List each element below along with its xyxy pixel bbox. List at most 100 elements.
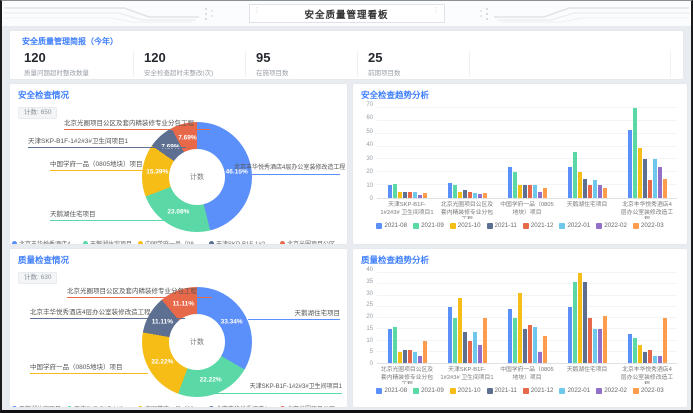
bar[interactable]: [408, 192, 412, 198]
bar[interactable]: [638, 148, 642, 198]
legend-item[interactable]: 2021-09: [413, 222, 444, 229]
legend-item[interactable]: 2021-12: [523, 387, 554, 394]
bar[interactable]: [533, 185, 537, 198]
legend-item[interactable]: 北京丰华悦秀酒店4层办公室装修改造工程: [209, 404, 274, 407]
legend-item[interactable]: 北京光圈项目公区及套内精装修专业分包工程: [280, 239, 345, 244]
bar[interactable]: [648, 180, 652, 198]
bar[interactable]: [473, 332, 477, 364]
bar[interactable]: [598, 185, 602, 198]
bar[interactable]: [658, 167, 662, 198]
legend-item[interactable]: 2022-03: [633, 222, 664, 229]
bar[interactable]: [403, 350, 407, 364]
bar[interactable]: [453, 318, 457, 363]
legend-item[interactable]: 2022-01: [559, 222, 590, 229]
bar[interactable]: [508, 167, 512, 198]
bar[interactable]: [518, 185, 522, 198]
bar[interactable]: [483, 318, 487, 363]
bar[interactable]: [568, 167, 572, 198]
legend-item[interactable]: 北京丰华悦秀酒店4层办公室装修改造工程: [12, 239, 77, 244]
bar[interactable]: [628, 130, 632, 198]
bar[interactable]: [458, 298, 462, 363]
bar[interactable]: [523, 329, 527, 363]
bar[interactable]: [603, 188, 607, 198]
bar[interactable]: [508, 309, 512, 363]
bar[interactable]: [388, 185, 392, 198]
bar[interactable]: [538, 352, 542, 363]
bar[interactable]: [633, 338, 637, 363]
bar[interactable]: [453, 185, 457, 198]
bar[interactable]: [643, 352, 647, 363]
bar[interactable]: [513, 172, 517, 198]
bar[interactable]: [588, 185, 592, 198]
bar[interactable]: [573, 152, 577, 198]
bar[interactable]: [663, 318, 667, 363]
bar[interactable]: [478, 345, 482, 363]
bar[interactable]: [408, 350, 412, 364]
bar[interactable]: [588, 318, 592, 363]
bar[interactable]: [648, 350, 652, 364]
legend-item[interactable]: 天鹅湖住宅项目: [83, 239, 132, 244]
bar[interactable]: [423, 193, 427, 198]
bar[interactable]: [393, 184, 397, 198]
bar[interactable]: [568, 307, 572, 363]
legend-item[interactable]: 2021-10: [450, 387, 481, 394]
bar[interactable]: [398, 352, 402, 363]
bar[interactable]: [593, 180, 597, 198]
bar[interactable]: [463, 332, 467, 364]
legend-item[interactable]: 2022-02: [596, 222, 627, 229]
bar[interactable]: [633, 108, 637, 198]
bar[interactable]: [573, 282, 577, 363]
bar[interactable]: [418, 195, 422, 198]
legend-item[interactable]: 北京光圈项目公区及套内精装修专业分包工程: [280, 404, 345, 407]
bar[interactable]: [393, 327, 397, 363]
bar[interactable]: [628, 334, 632, 363]
bar[interactable]: [578, 273, 582, 363]
bar[interactable]: [533, 327, 537, 363]
legend-item[interactable]: 2022-01: [559, 387, 590, 394]
legend-item[interactable]: 2021-10: [450, 222, 481, 229]
bar[interactable]: [658, 356, 662, 363]
bar[interactable]: [448, 183, 452, 198]
legend-item[interactable]: 2021-12: [523, 222, 554, 229]
bar[interactable]: [578, 172, 582, 198]
bar[interactable]: [543, 336, 547, 363]
bar[interactable]: [643, 159, 647, 198]
bar[interactable]: [483, 193, 487, 198]
legend-item[interactable]: 2021-09: [413, 387, 444, 394]
bar[interactable]: [663, 179, 667, 198]
bar[interactable]: [583, 179, 587, 198]
bar[interactable]: [583, 282, 587, 363]
bar[interactable]: [413, 192, 417, 198]
legend-item[interactable]: 2021-08: [376, 387, 407, 394]
bar[interactable]: [603, 316, 607, 363]
bar[interactable]: [513, 318, 517, 363]
legend-item[interactable]: 2022-03: [633, 387, 664, 394]
bar[interactable]: [538, 192, 542, 198]
legend-item[interactable]: 天鹅湖住宅项目: [12, 404, 61, 407]
bar[interactable]: [468, 192, 472, 198]
bar[interactable]: [528, 325, 532, 363]
legend-item[interactable]: 2021-11: [487, 222, 517, 229]
bar[interactable]: [418, 356, 422, 363]
legend-item[interactable]: 2022-02: [596, 387, 627, 394]
bar[interactable]: [518, 293, 522, 363]
bar[interactable]: [593, 329, 597, 363]
bar[interactable]: [423, 341, 427, 364]
quality-donut-chart[interactable]: 计数 33.34%22.22%22.22%11.11%11.11%: [142, 287, 252, 397]
bar[interactable]: [473, 193, 477, 198]
bar[interactable]: [653, 159, 657, 198]
bar[interactable]: [638, 345, 642, 363]
bar[interactable]: [458, 192, 462, 198]
legend-item[interactable]: 中国学府一品（0805地块）项目: [138, 404, 203, 407]
legend-item[interactable]: 天津SKP-B1F-1#2#3#卫生间项目1: [67, 404, 132, 407]
bar[interactable]: [413, 352, 417, 363]
legend-item[interactable]: 中国学府一品（0805地块）项目: [138, 239, 203, 244]
bar[interactable]: [478, 194, 482, 198]
bar[interactable]: [388, 329, 392, 363]
bar[interactable]: [543, 188, 547, 198]
legend-item[interactable]: 天津SKP-B1F-1#2#3#卫生间项目1: [209, 239, 274, 244]
bar[interactable]: [448, 307, 452, 363]
bar[interactable]: [528, 185, 532, 198]
bar[interactable]: [653, 356, 657, 363]
bar[interactable]: [523, 185, 527, 198]
